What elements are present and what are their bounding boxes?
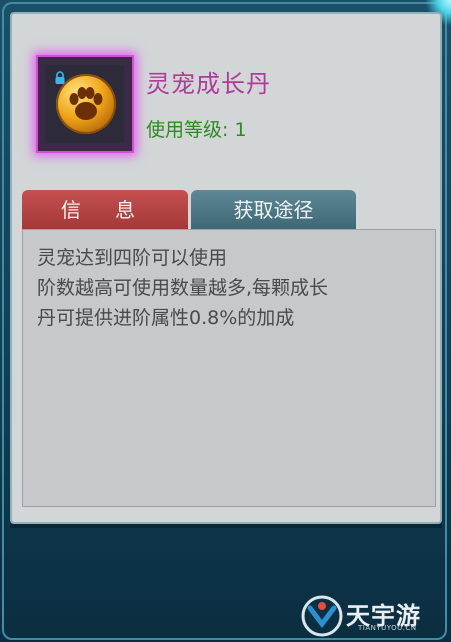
description-line: 灵宠达到四阶可以使用 bbox=[37, 247, 228, 269]
item-name: 灵宠成长丹 bbox=[146, 70, 271, 98]
tab-source[interactable]: 获取途径 bbox=[191, 190, 356, 230]
item-icon-background bbox=[46, 65, 124, 143]
watermark-subtext: TIANYUYOU.CN bbox=[358, 624, 417, 632]
watermark-logo-icon bbox=[301, 595, 343, 637]
item-use-level: 使用等级: 1 bbox=[146, 119, 247, 141]
description-line: 丹可提供进阶属性0.8%的加成 bbox=[37, 307, 295, 329]
tab-info[interactable]: 信 息 bbox=[22, 190, 188, 230]
item-description: 灵宠达到四阶可以使用 阶数越高可使用数量越多,每颗成长 丹可提供进阶属性0.8%… bbox=[37, 243, 422, 333]
panel-shadow bbox=[10, 524, 442, 528]
lock-icon bbox=[55, 71, 65, 84]
item-icon-slot[interactable] bbox=[36, 55, 134, 153]
description-line: 阶数越高可使用数量越多,每颗成长 bbox=[37, 277, 329, 299]
site-watermark: 天宇游 TIANYUYOU.CN bbox=[300, 594, 450, 640]
